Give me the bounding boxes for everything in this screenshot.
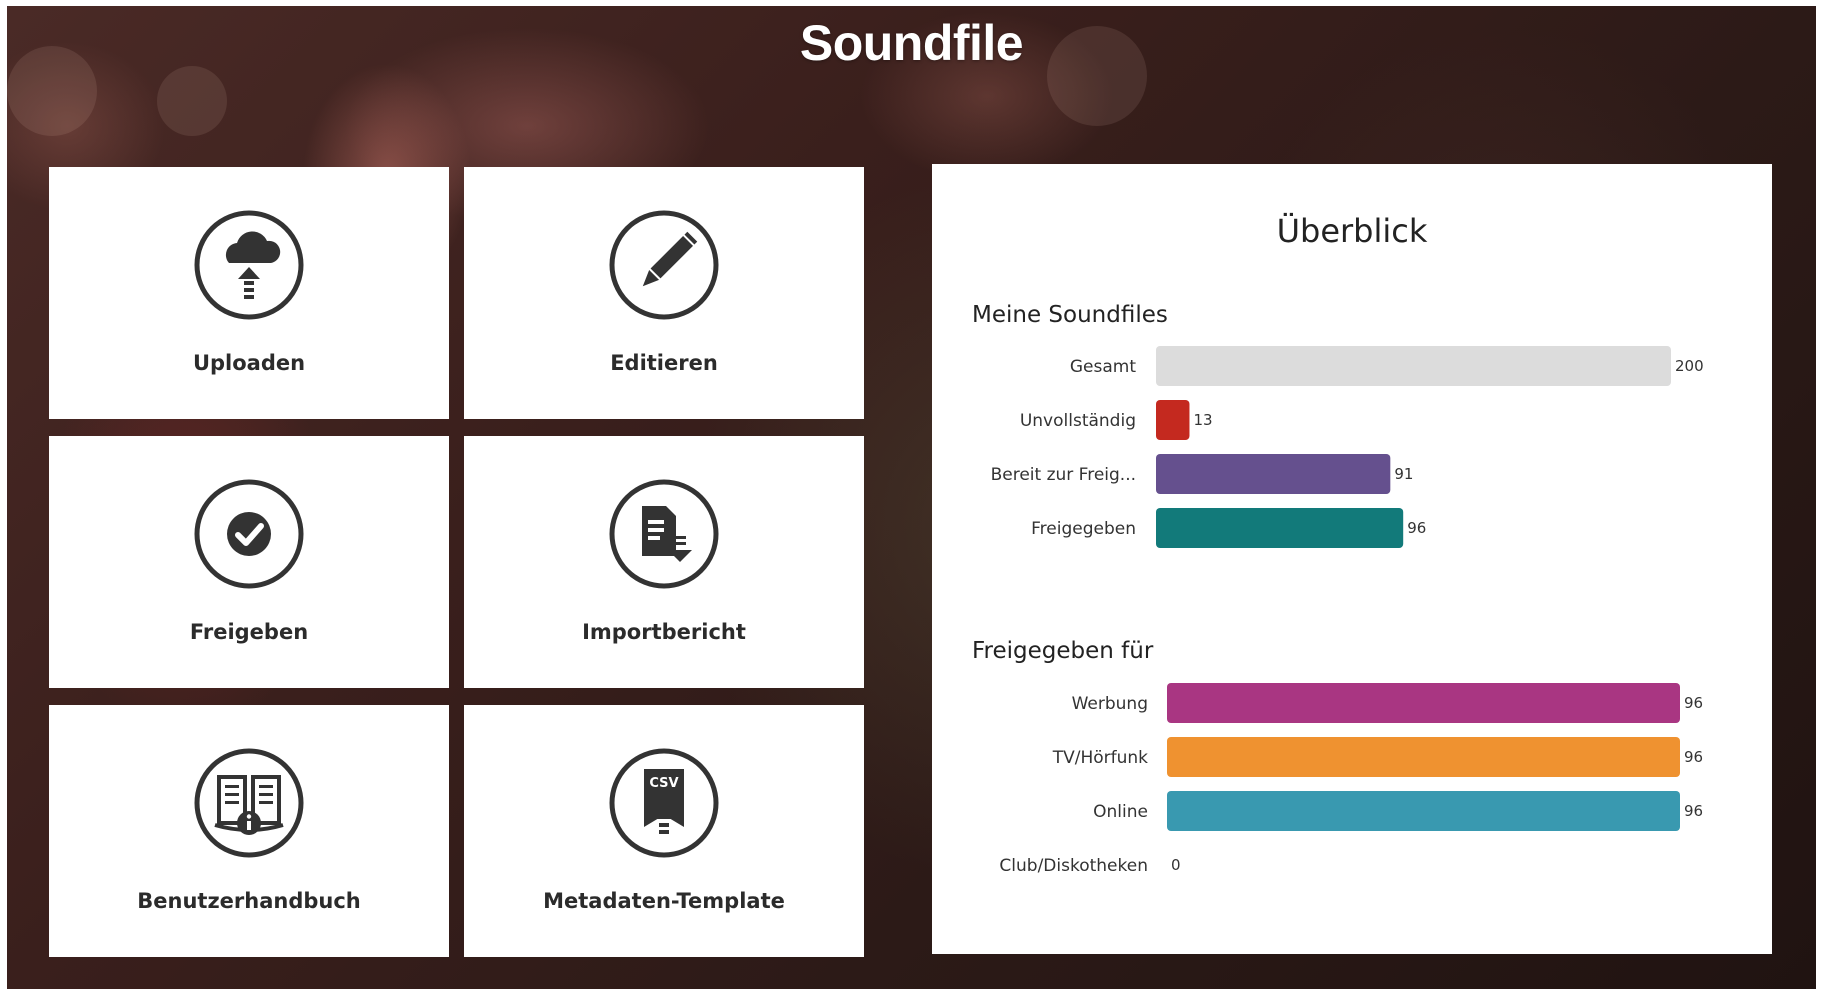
bar[interactable] [1167,791,1680,831]
bar[interactable] [1167,683,1680,723]
bar-value-label: 91 [1394,465,1413,483]
bar-value-label: 200 [1675,357,1704,375]
tile-freigeben[interactable]: Freigeben [49,436,449,688]
csv-badge-text: CSV [649,776,678,791]
check-circle-icon [194,479,304,589]
bar[interactable] [1156,508,1404,548]
tile-importbericht[interactable]: Importbericht [464,436,864,688]
bar[interactable] [1156,400,1190,440]
tile-label: Editieren [610,351,718,375]
tile-label: Benutzerhandbuch [137,889,361,913]
overview-bar-charts: Gesamt 200 Unvollständig 13 Bereit zur Freig… [991,346,1704,876]
tile-label: Metadaten-Template [543,889,785,913]
bar-category-label: Werbung [1072,694,1148,714]
bar-value-label: 96 [1684,694,1703,712]
background-stage: Soundfile Uploaden Editieren Freigeben I… [7,6,1816,989]
tile-metadaten-template[interactable]: CSV Metadaten-Template [464,705,864,957]
tile-uploaden[interactable]: Uploaden [49,167,449,419]
bar[interactable] [1156,346,1671,386]
bar[interactable] [1156,454,1391,494]
bar-category-label: Club/Diskotheken [999,856,1148,876]
tile-benutzerhandbuch[interactable]: Benutzerhandbuch [49,705,449,957]
tile-label: Importbericht [582,620,746,644]
overview-panel: Überblick Meine Soundfiles Freigegeben f… [932,164,1772,954]
bar-category-label: Gesamt [1070,357,1136,377]
bar-category-label: TV/Hörfunk [1052,748,1148,768]
tile-label: Uploaden [192,351,306,375]
manual-info-icon [194,748,304,858]
bar-value-label: 96 [1684,748,1703,766]
bokeh-light [157,66,227,136]
pencil-icon [609,210,719,320]
cloud-upload-icon [194,210,304,320]
bar-value-label: 96 [1407,519,1426,537]
bar-category-label: Freigegeben [1031,519,1136,539]
document-import-icon [609,479,719,589]
bar-value-label: 13 [1193,411,1212,429]
bar-category-label: Bereit zur Freig... [991,465,1136,485]
tile-editieren[interactable]: Editieren [464,167,864,419]
csv-file-upload-icon: CSV [609,748,719,858]
bar-value-label: 0 [1171,856,1181,874]
bar[interactable] [1167,737,1680,777]
bar-category-label: Online [1093,802,1148,822]
page-title: Soundfile [799,15,1024,71]
tile-label: Freigeben [189,620,309,644]
bar-category-label: Unvollständig [1020,411,1136,431]
bar-value-label: 96 [1684,802,1703,820]
